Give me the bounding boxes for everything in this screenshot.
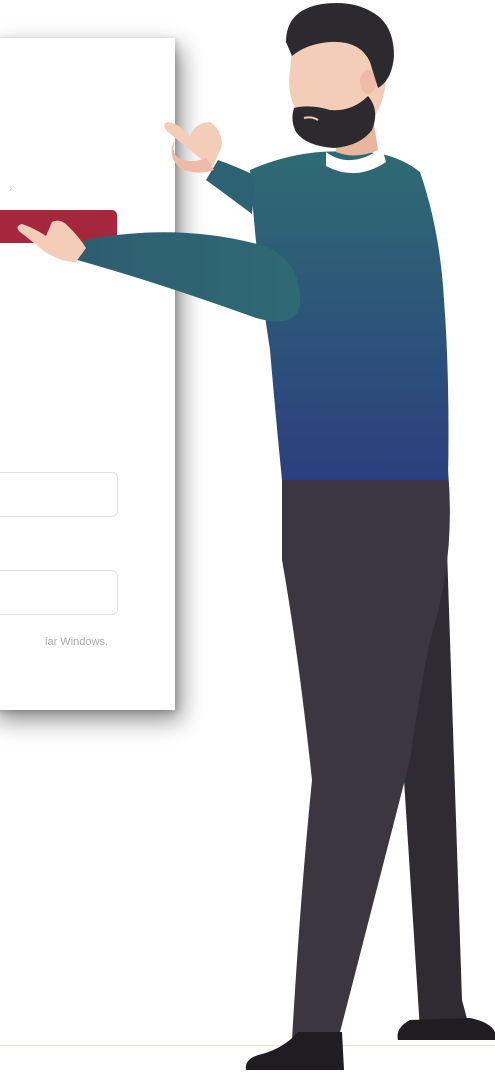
- man-illustration: [17, 3, 495, 1070]
- upper-arm: [206, 160, 256, 214]
- back-shoe: [397, 1018, 495, 1040]
- front-shoe: [245, 1032, 344, 1070]
- lower-hand: [17, 220, 86, 262]
